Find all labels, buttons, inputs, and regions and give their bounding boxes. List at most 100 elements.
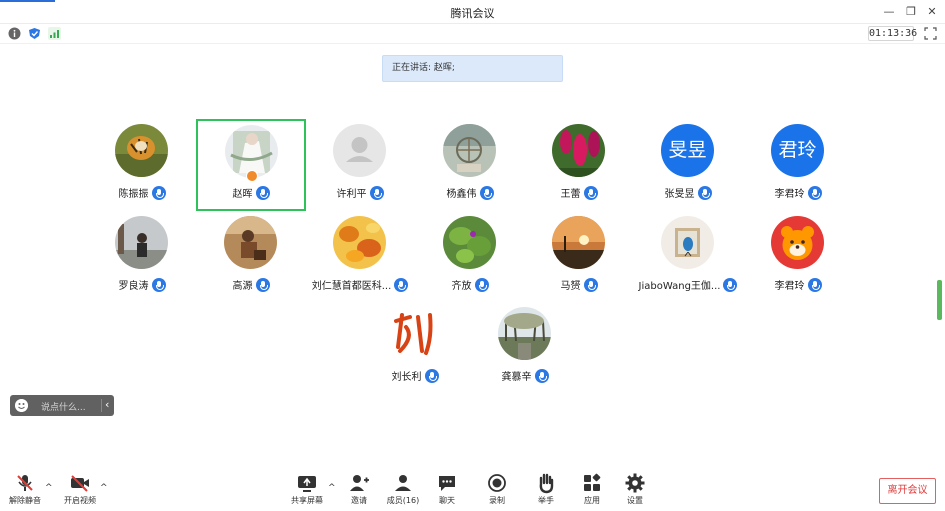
avatar: [771, 216, 824, 269]
participant-name: 龚慕辛: [501, 372, 532, 383]
participant-tile[interactable]: 王蕾: [524, 121, 634, 213]
participant-label: 杨鑫伟: [415, 182, 525, 200]
info-icon[interactable]: [8, 27, 21, 40]
avatar: 旻昱: [661, 124, 714, 177]
participant-label: 赵晖: [198, 182, 304, 200]
chat-label: 聊天: [439, 496, 455, 505]
divider: [101, 399, 102, 412]
participant-tile[interactable]: 马赟: [524, 213, 634, 305]
participant-tile[interactable]: 齐放: [415, 213, 525, 305]
chat-placeholder[interactable]: 说点什么...: [41, 400, 86, 413]
mic-icon: [697, 185, 712, 200]
scroll-indicator[interactable]: [937, 280, 942, 320]
participant-tile[interactable]: 陈振振: [87, 121, 197, 213]
close-icon[interactable]: ✕: [924, 4, 940, 20]
participant-tile[interactable]: 龚慕辛: [470, 304, 580, 396]
participant-tile[interactable]: 刘长利: [360, 304, 470, 396]
participant-name: 刘仁慧首都医科...: [311, 281, 392, 292]
participant-name: 李君玲: [774, 189, 805, 200]
hand-icon: [539, 473, 554, 494]
video-options-caret-icon[interactable]: ^: [100, 483, 108, 493]
start-video-label: 开启视频: [64, 496, 96, 505]
mic-icon: [394, 277, 409, 292]
participant-name: 李君玲: [774, 281, 805, 292]
participant-label: 许利平: [305, 182, 415, 200]
participant-tile[interactable]: 君玲 李君玲: [743, 121, 853, 213]
mic-icon: [255, 277, 270, 292]
mic-muted-icon: [17, 475, 33, 491]
participant-tile[interactable]: 许利平: [305, 121, 415, 213]
participant-label: 高源: [196, 274, 306, 292]
chat-quick-input[interactable]: 说点什么... ‹: [10, 395, 114, 416]
participant-label: 张旻昱: [633, 182, 743, 200]
record-button[interactable]: 录制: [484, 472, 510, 510]
avatar: [388, 307, 441, 360]
unmute-label: 解除静音: [9, 496, 41, 505]
participant-name: 齐放: [451, 281, 472, 292]
participant-label: 刘仁慧首都医科...: [305, 274, 415, 292]
settings-button[interactable]: 设置: [622, 472, 648, 510]
video-off-icon: [71, 475, 89, 492]
apps-button[interactable]: 应用: [579, 472, 605, 510]
title-bar: 腾讯会议 — ❐ ✕: [0, 0, 945, 24]
avatar: [333, 124, 386, 177]
participant-tile[interactable]: 杨鑫伟: [415, 121, 525, 213]
participant-tile[interactable]: JiaboWang王伽...: [633, 213, 743, 305]
start-video-button[interactable]: 开启视频: [60, 472, 100, 510]
share-screen-icon: [298, 476, 316, 492]
participant-name: JiaboWang王伽...: [638, 281, 721, 292]
participant-label: 罗良涛: [87, 274, 197, 292]
chat-button[interactable]: 聊天: [434, 472, 460, 510]
record-icon: [488, 474, 506, 492]
members-button[interactable]: 成员(16): [385, 472, 421, 510]
mic-icon: [474, 277, 489, 292]
participant-tile[interactable]: 高源: [196, 213, 306, 305]
minimize-icon[interactable]: —: [881, 4, 897, 20]
raise-hand-button[interactable]: 举手: [533, 472, 559, 510]
invite-label: 邀请: [351, 496, 367, 505]
participant-tile[interactable]: 旻昱 张旻昱: [633, 121, 743, 213]
share-options-caret-icon[interactable]: ^: [328, 483, 336, 493]
avatar: [498, 307, 551, 360]
participant-name: 赵晖: [232, 189, 253, 200]
mic-icon: [255, 185, 270, 200]
share-screen-button[interactable]: 共享屏幕: [288, 472, 326, 510]
audio-options-caret-icon[interactable]: ^: [45, 483, 53, 493]
participant-label: 龚慕辛: [470, 365, 580, 383]
participant-tile[interactable]: 罗良涛: [87, 213, 197, 305]
host-badge-icon: [246, 170, 258, 182]
participant-tile-active-speaker[interactable]: 赵晖: [196, 119, 306, 211]
fullscreen-icon[interactable]: [924, 27, 937, 40]
invite-button[interactable]: 邀请: [346, 472, 372, 510]
participant-name: 王蕾: [560, 189, 581, 200]
participant-name: 杨鑫伟: [446, 189, 477, 200]
collapse-chevron-icon[interactable]: ‹: [105, 398, 109, 411]
participant-label: 李君玲: [743, 182, 853, 200]
apps-icon: [584, 473, 601, 491]
avatar: [115, 124, 168, 177]
gear-icon: [625, 473, 645, 493]
mic-icon: [723, 277, 738, 292]
avatar: [661, 216, 714, 269]
top-toolbar: 01:13:36: [0, 24, 945, 44]
emoji-icon[interactable]: [15, 399, 28, 412]
settings-label: 设置: [627, 496, 643, 505]
participant-name: 陈振振: [118, 189, 149, 200]
mic-icon: [424, 368, 439, 383]
participant-name: 罗良涛: [118, 281, 149, 292]
restore-icon[interactable]: ❐: [903, 4, 919, 20]
signal-icon[interactable]: [48, 27, 61, 40]
leave-meeting-button[interactable]: 离开会议: [879, 478, 936, 504]
members-label: 成员(16): [386, 496, 420, 505]
apps-label: 应用: [584, 496, 600, 505]
participant-name: 马赟: [560, 281, 581, 292]
mic-icon: [369, 185, 384, 200]
participant-tile[interactable]: 李君玲: [743, 213, 853, 305]
speaking-banner: 正在讲话: 赵晖;: [382, 55, 563, 82]
participant-tile[interactable]: 刘仁慧首都医科...: [305, 213, 415, 305]
raise-hand-label: 举手: [538, 496, 554, 505]
shield-icon[interactable]: [28, 27, 41, 40]
participant-name: 张旻昱: [664, 189, 695, 200]
unmute-button[interactable]: 解除静音: [6, 472, 44, 510]
avatar: [224, 216, 277, 269]
